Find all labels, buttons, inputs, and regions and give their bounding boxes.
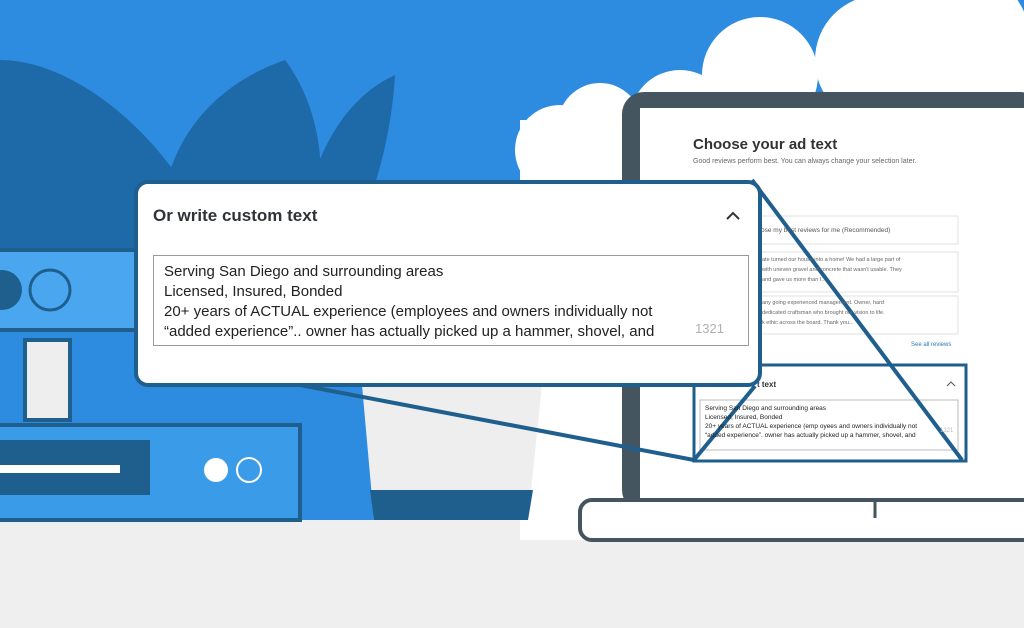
cup (362, 385, 542, 520)
ad-text-subtitle: Good reviews perform best. You can alway… (693, 158, 917, 165)
custom-text-line-1: Serving San Diego and surrounding areas (164, 263, 444, 280)
review-1-line-2: with uneven gravel and concrete that was… (762, 267, 902, 273)
review-1-line-3: and gave us more than I... (762, 277, 826, 283)
custom-text-textarea[interactable]: Serving San Diego and surrounding areas … (153, 255, 749, 346)
mini-text-line-2: Licensed, Insured, Bonded (705, 414, 783, 421)
review-2-line-2: dedicated craftsman who brought our visi… (762, 310, 885, 316)
custom-text-line-4: “added experience”.. owner has actually … (164, 323, 655, 340)
mini-text-line-1: Serving San Diego and surrounding areas (705, 405, 827, 412)
mini-custom-text-title: t text (757, 380, 777, 389)
mini-text-line-4: “added experience”. owner has actually p… (705, 432, 916, 439)
review-1-line-1: ate turned our house into a home! We had… (762, 257, 901, 263)
review-2-line-1: any going experienced management. Owner,… (762, 300, 884, 306)
character-count: 1321 (695, 321, 724, 336)
review-2-line-3: k ethic across the board. Thank you... (762, 320, 854, 326)
mini-text-line-3: 20+ years of ACTUAL experience (emp oyee… (705, 423, 918, 430)
custom-text-line-3: 20+ years of ACTUAL experience (employee… (164, 303, 653, 320)
custom-text-callout: Or write custom text Serving San Diego a… (134, 180, 762, 387)
custom-text-line-2: Licensed, Insured, Bonded (164, 283, 343, 300)
custom-text-title: Or write custom text (153, 206, 318, 225)
mini-char-count: 1321 (940, 428, 954, 434)
ad-text-title: Choose your ad text (693, 136, 838, 153)
chevron-up-icon[interactable] (725, 209, 741, 221)
see-all-reviews-link[interactable]: See all reviews (911, 342, 951, 348)
recommended-option[interactable]: ose my best reviews for me (Recommended) (761, 227, 890, 234)
